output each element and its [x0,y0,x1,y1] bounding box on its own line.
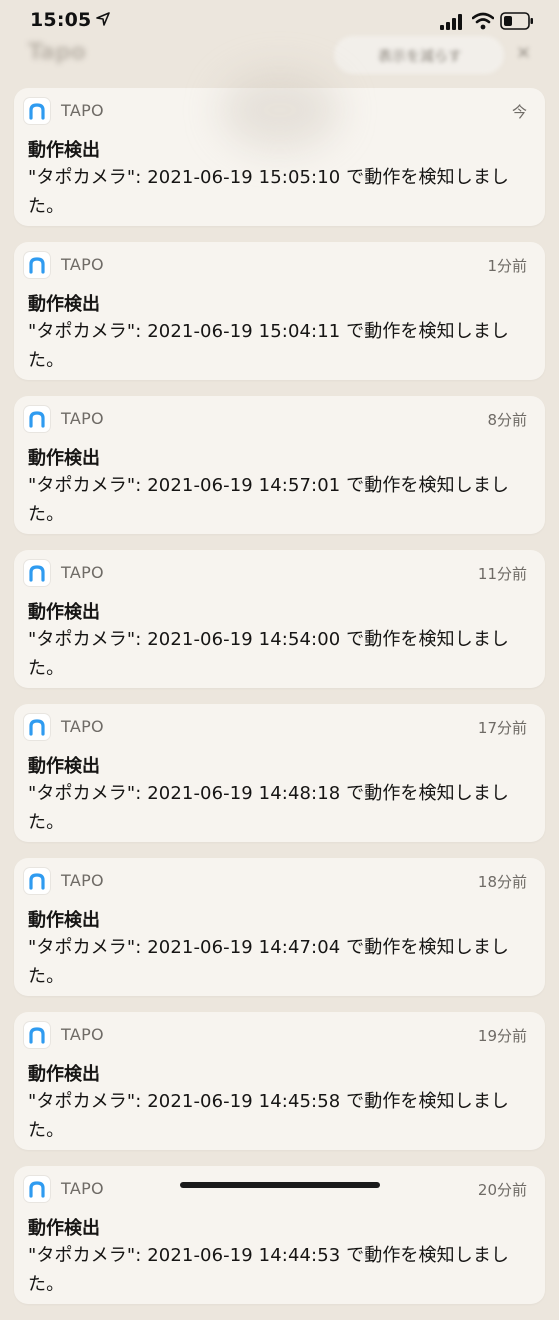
notification-card[interactable]: TAPO 1分前 動作検出 "タポカメラ": 2021-06-19 15:04:… [14,242,545,380]
tapo-app-icon [24,98,50,124]
notification-card[interactable]: TAPO 8分前 動作検出 "タポカメラ": 2021-06-19 14:57:… [14,396,545,534]
tapo-logo-icon [29,1181,45,1198]
notification-body: "タポカメラ": 2021-06-19 15:05:10 で動作を検知しました。 [28,167,510,217]
home-indicator[interactable] [180,1182,380,1188]
notification-card[interactable]: TAPO 19分前 動作検出 "タポカメラ": 2021-06-19 14:45… [14,1012,545,1150]
notification-title: 動作検出 [28,140,100,161]
notification-body: "タポカメラ": 2021-06-19 14:44:53 で動作を検知しました。 [28,1245,510,1295]
notification-time: 18分前 [477,873,527,891]
tapo-app-icon [24,868,50,894]
notification-card[interactable]: TAPO 18分前 動作検出 "タポカメラ": 2021-06-19 14:47… [14,858,545,996]
notification-title: 動作検出 [28,1064,100,1085]
tapo-logo-icon [29,411,45,428]
notification-app-name: TAPO [61,717,104,736]
tapo-app-icon [24,252,50,278]
notification-time: 11分前 [477,565,527,583]
notification-time: 今 [511,103,527,121]
location-arrow-icon [96,12,110,26]
notification-app-name: TAPO [61,101,104,120]
status-bar: 15:05 [0,0,559,44]
tapo-app-icon [24,560,50,586]
tapo-logo-icon [29,103,45,120]
notification-title: 動作検出 [28,1218,100,1239]
tapo-app-icon [24,1176,50,1202]
notification-body: "タポカメラ": 2021-06-19 14:54:00 で動作を検知しました。 [28,629,510,679]
notification-app-name: TAPO [61,563,104,582]
notification-app-name: TAPO [61,1025,104,1044]
notification-body: "タポカメラ": 2021-06-19 14:47:04 で動作を検知しました。 [28,937,510,987]
notification-list: TAPO 今 動作検出 "タポカメラ": 2021-06-19 15:05:10… [14,88,545,1320]
notification-title: 動作検出 [28,756,100,777]
notification-title: 動作検出 [28,602,100,623]
notification-body: "タポカメラ": 2021-06-19 14:45:58 で動作を検知しました。 [28,1091,510,1141]
cellular-signal-icon [440,14,462,30]
tapo-logo-icon [29,565,45,582]
notification-title: 動作検出 [28,294,100,315]
status-time: 15:05 [30,9,92,31]
wifi-icon [472,12,494,30]
battery-icon [500,12,533,30]
tapo-app-icon [24,1022,50,1048]
notification-time: 17分前 [477,719,527,737]
notification-body: "タポカメラ": 2021-06-19 15:04:11 で動作を検知しました。 [28,321,510,371]
notification-title: 動作検出 [28,448,100,469]
tapo-logo-icon [29,719,45,736]
notification-card[interactable]: TAPO 11分前 動作検出 "タポカメラ": 2021-06-19 14:54… [14,550,545,688]
notification-time: 1分前 [487,257,527,275]
notification-card[interactable]: TAPO 17分前 動作検出 "タポカメラ": 2021-06-19 14:48… [14,704,545,842]
tapo-app-icon [24,714,50,740]
notification-body: "タポカメラ": 2021-06-19 14:57:01 で動作を検知しました。 [28,475,510,525]
tapo-logo-icon [29,873,45,890]
notification-time: 20分前 [477,1181,527,1199]
close-icon[interactable]: × [516,42,531,63]
notification-app-name: TAPO [61,871,104,890]
notification-app-name: TAPO [61,409,104,428]
tapo-app-icon [24,406,50,432]
notification-time: 8分前 [487,411,527,429]
show-less-label: 表示を減らす [378,49,462,65]
notification-app-name: TAPO [61,255,104,274]
notification-time: 19分前 [477,1027,527,1045]
tapo-logo-icon [29,1027,45,1044]
blur-overlay [220,70,340,150]
tapo-logo-icon [29,257,45,274]
notification-title: 動作検出 [28,910,100,931]
notification-app-name: TAPO [61,1179,104,1198]
notification-body: "タポカメラ": 2021-06-19 14:48:18 で動作を検知しました。 [28,783,510,833]
